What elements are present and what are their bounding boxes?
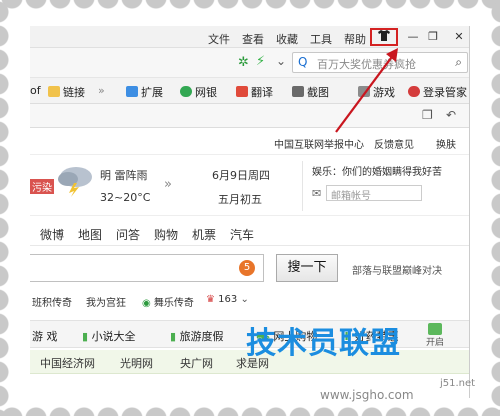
expand-arrow-icon[interactable]: »	[164, 177, 172, 192]
chevron-down-icon[interactable]: ⌄	[276, 54, 286, 68]
frame-border-bottom	[0, 396, 500, 416]
nav-weibo[interactable]: 微博	[40, 226, 64, 243]
refresh-icon[interactable]: ✲	[238, 55, 249, 70]
nav-qa[interactable]: 问答	[116, 226, 140, 243]
favorite-banking[interactable]: 网银	[180, 84, 217, 100]
category-novels-label: 小说大全	[91, 330, 136, 343]
nav-map[interactable]: 地图	[78, 226, 102, 243]
skin-button[interactable]	[370, 28, 398, 46]
mail-account-field[interactable]: 邮箱帐号	[326, 185, 422, 202]
mail-placeholder: 邮箱帐号	[331, 191, 371, 202]
frame-border-left	[0, 0, 18, 416]
favorite-translate-label: 翻译	[251, 86, 273, 99]
category-games[interactable]: 游 戏	[32, 328, 58, 344]
mail-icon: ✉	[312, 187, 322, 200]
date-text: 6月9日周四	[212, 169, 270, 182]
weather-temperature: 32~20°C	[100, 191, 151, 204]
quick-link-4[interactable]: ♛ 163 ⌄	[206, 294, 249, 305]
site-cnr[interactable]: 央广网	[180, 355, 213, 371]
lightning-icon[interactable]: ⚡	[256, 54, 265, 69]
circle-icon: ◉	[142, 298, 154, 309]
more-icon[interactable]: »	[98, 84, 105, 97]
minimize-button[interactable]: —	[404, 29, 422, 45]
menu-tools[interactable]: 工具	[310, 31, 332, 47]
favorite-extensions-label: 扩展	[141, 86, 163, 99]
quick-link-4-label: 163	[218, 294, 238, 305]
favorite-login-manager-label: 登录管家	[423, 86, 467, 99]
favorites-cut-item[interactable]: of	[30, 84, 41, 97]
scissors-icon	[292, 86, 304, 97]
search-hint-link[interactable]: 部落与联盟巅峰对决	[352, 262, 442, 277]
favorite-banking-label: 网银	[195, 86, 217, 99]
divider	[302, 161, 303, 211]
game-logo-icon: ♛	[206, 294, 219, 305]
nav-auto[interactable]: 汽车	[230, 226, 254, 243]
bank-icon	[180, 86, 192, 97]
search-engine-icon[interactable]: Q	[298, 55, 307, 69]
favorite-screenshot-label: 截图	[307, 86, 329, 99]
translate-icon	[236, 86, 248, 97]
nav-flights[interactable]: 机票	[192, 226, 216, 243]
frame-border-right	[482, 0, 500, 416]
favorite-translate[interactable]: 翻译	[236, 84, 273, 100]
web-search-input[interactable]: 5	[30, 254, 264, 282]
toggle-icon[interactable]	[428, 323, 442, 335]
entertainment-headline[interactable]: 娱乐：你们的婚姻瞒得我好苦	[312, 163, 442, 178]
menu-file[interactable]: 文件	[208, 31, 230, 47]
watermark-logo: 技术员联盟	[246, 326, 401, 361]
frame-border-top	[0, 0, 500, 20]
undo-icon[interactable]: ↶	[446, 108, 456, 122]
favorite-login-manager[interactable]: 登录管家	[408, 84, 467, 100]
menu-help[interactable]: 帮助	[344, 31, 366, 47]
travel-icon: ▮	[170, 330, 180, 343]
feedback-link[interactable]: 反馈意见	[374, 136, 414, 151]
window-icon[interactable]: ❐	[422, 108, 433, 122]
extension-icon	[126, 86, 138, 97]
nav-shopping[interactable]: 购物	[154, 226, 178, 243]
tshirt-icon	[378, 30, 390, 41]
search-badge: 5	[239, 260, 255, 276]
category-travel-label: 旅游度假	[179, 330, 224, 343]
watermark-url: www.jsgho.com	[320, 388, 414, 402]
favorite-screenshot[interactable]: 截图	[292, 84, 329, 100]
favorite-links-label: 链接	[63, 86, 85, 99]
thunderstorm-icon	[58, 167, 92, 197]
menu-view[interactable]: 查看	[242, 31, 264, 47]
quick-link-2[interactable]: 我为宫狂	[86, 294, 126, 309]
report-center-link[interactable]: 中国互联网举报中心	[274, 136, 364, 151]
folder-icon	[48, 86, 60, 97]
lunar-date-text: 五月初五	[218, 193, 262, 206]
weather-panel: 污染 明 雷阵雨 32~20°C » 6月9日周四 五月初五 娱乐：你们的婚姻瞒…	[30, 154, 469, 216]
title-bar: 文件 查看 收藏 工具 帮助 — ❐ ✕	[30, 26, 469, 48]
book-icon: ▮	[82, 330, 92, 343]
site-gmw[interactable]: 光明网	[120, 355, 153, 371]
photo-frame: 文件 查看 收藏 工具 帮助 — ❐ ✕ ✲ ⚡ ⌄ Q 百万大奖优惠券疯抢 ⌕	[0, 0, 500, 416]
chevron-down-icon[interactable]: ⌄	[240, 294, 248, 305]
category-travel[interactable]: ▮ 旅游度假	[170, 328, 224, 344]
category-novels[interactable]: ▮ 小说大全	[82, 328, 136, 344]
site-ce[interactable]: 中国经济网	[40, 355, 95, 371]
toggle-open[interactable]: 开启	[426, 335, 444, 348]
close-button[interactable]: ✕	[450, 29, 468, 45]
category-nav: 微博 地图 问答 购物 机票 汽车	[30, 220, 469, 246]
quick-link-1[interactable]: 班积传奇	[32, 294, 72, 309]
favorite-extensions[interactable]: 扩展	[126, 84, 163, 100]
watermark-side: j51.net	[440, 378, 476, 389]
quick-link-3-label: 舞乐传奇	[153, 298, 194, 309]
search-icon[interactable]: ⌕	[455, 55, 462, 70]
change-skin-link[interactable]: 换肤	[436, 136, 456, 151]
menu-favorites[interactable]: 收藏	[276, 31, 298, 47]
quick-link-3[interactable]: ◉ 舞乐传奇	[142, 294, 194, 309]
favorite-links[interactable]: 链接	[48, 84, 85, 100]
pollution-badge: 污染	[30, 179, 54, 194]
restore-button[interactable]: ❐	[424, 29, 442, 45]
weather-condition: 明 雷阵雨	[100, 169, 148, 182]
annotation-arrow	[335, 48, 398, 133]
search-button[interactable]: 搜一下	[276, 254, 338, 282]
